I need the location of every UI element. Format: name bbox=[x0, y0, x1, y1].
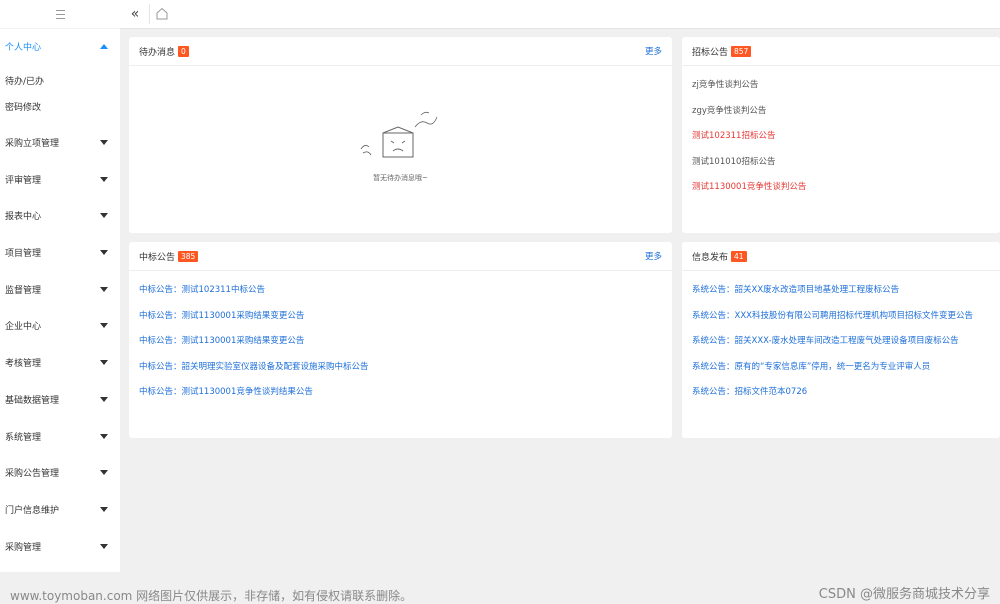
sidebar-toggle[interactable] bbox=[0, 0, 120, 29]
caret-down-icon bbox=[100, 506, 108, 512]
list-item[interactable]: 测试102311招标公告 bbox=[692, 129, 775, 141]
double-chevron-left-icon[interactable]: « bbox=[124, 0, 146, 28]
list-item[interactable]: zgy竞争性谈判公告 bbox=[692, 104, 766, 116]
card-header: 信息发布 41 bbox=[682, 242, 1000, 271]
sidebar-item-portal[interactable]: 门户信息维护 bbox=[0, 499, 120, 519]
list-item[interactable]: 中标公告：测试1130001采购结果变更公告 bbox=[139, 334, 304, 346]
list-item[interactable]: 系统公告：XXX科技股份有限公司聘用招标代理机构项目招标文件变更公告 bbox=[692, 309, 973, 321]
card-title: 待办消息 bbox=[139, 47, 176, 58]
more-link[interactable]: 更多 bbox=[645, 45, 662, 57]
sidebar-item-assessment[interactable]: 考核管理 bbox=[0, 352, 120, 372]
caret-down-icon bbox=[100, 176, 108, 182]
watermark-left: www.toymoban.com 网络图片仅供展示，非存储，如有侵权请联系删除。 bbox=[10, 589, 413, 603]
caret-down-icon bbox=[100, 322, 108, 328]
award-notice-card: 中标公告 385 更多 中标公告：测试102311中标公告 中标公告：测试113… bbox=[129, 242, 672, 438]
list-item[interactable]: 中标公告：韶关明理实验室仪器设备及配套设施采购中标公告 bbox=[139, 360, 369, 372]
sidebar-item-label: 密码修改 bbox=[5, 102, 42, 113]
more-link[interactable]: 更多 bbox=[645, 250, 662, 262]
caret-down-icon bbox=[100, 249, 108, 255]
card-title: 中标公告 bbox=[139, 252, 176, 263]
list-item[interactable]: 系统公告：韶关XX废水改造项目地基处理工程废标公告 bbox=[692, 283, 899, 295]
sidebar-item-projects[interactable]: 项目管理 bbox=[0, 242, 120, 262]
caret-down-icon bbox=[100, 396, 108, 402]
top-bar: « bbox=[120, 0, 1000, 29]
todo-card: 待办消息 0 更多 暂无待办消息哦~ bbox=[129, 37, 672, 233]
card-title: 信息发布 bbox=[692, 252, 729, 263]
card-header: 待办消息 0 更多 bbox=[129, 37, 672, 66]
count-badge: 41 bbox=[731, 250, 747, 262]
sidebar-item-label: 监督管理 bbox=[5, 285, 42, 296]
info-release-card: 信息发布 41 系统公告：韶关XX废水改造项目地基处理工程废标公告 系统公告：X… bbox=[682, 242, 1000, 438]
count-badge: 385 bbox=[178, 250, 199, 262]
sidebar-item-label: 考核管理 bbox=[5, 358, 42, 369]
caret-down-icon bbox=[100, 286, 108, 292]
sidebar-item-label: 待办/已办 bbox=[5, 76, 45, 87]
caret-down-icon bbox=[100, 212, 108, 218]
sidebar-item-reports[interactable]: 报表中心 bbox=[0, 205, 120, 225]
count-badge: 0 bbox=[178, 45, 189, 57]
list-item[interactable]: 中标公告：测试102311中标公告 bbox=[139, 283, 265, 295]
watermark-right: CSDN @微服务商城技术分享 bbox=[818, 587, 990, 602]
sidebar-item-enterprise[interactable]: 企业中心 bbox=[0, 315, 120, 335]
sidebar-item-label: 门户信息维护 bbox=[5, 505, 60, 516]
sidebar-item-system[interactable]: 系统管理 bbox=[0, 426, 120, 446]
caret-down-icon bbox=[100, 543, 108, 549]
sidebar-item-procurement-notice[interactable]: 采购公告管理 bbox=[0, 462, 120, 482]
sidebar-item-label: 系统管理 bbox=[5, 432, 42, 443]
caret-down-icon bbox=[100, 469, 108, 475]
card-header: 招标公告 857 bbox=[682, 37, 1000, 66]
sidebar-item-label: 采购立项管理 bbox=[5, 138, 60, 149]
sidebar-item-personal-center[interactable]: 个人中心 bbox=[0, 36, 120, 56]
list-item[interactable]: 测试101010招标公告 bbox=[692, 155, 775, 167]
list-item[interactable]: 系统公告：韶关XXX-废水处理车间改造工程废气处理设备项目废标公告 bbox=[692, 334, 959, 346]
sidebar-item-label: 评审管理 bbox=[5, 175, 42, 186]
home-icon[interactable] bbox=[153, 5, 171, 23]
empty-state-text: 暂无待办消息哦~ bbox=[373, 174, 428, 182]
bidding-notice-card: 招标公告 857 zj竞争性谈判公告 zgy竞争性谈判公告 测试102311招标… bbox=[682, 37, 1000, 233]
sidebar-item-label: 基础数据管理 bbox=[5, 395, 60, 406]
count-badge: 857 bbox=[731, 45, 752, 57]
card-title: 招标公告 bbox=[692, 47, 729, 58]
sidebar-subitem-password[interactable]: 密码修改 bbox=[0, 96, 120, 116]
caret-down-icon bbox=[100, 433, 108, 439]
sidebar-item-supervision[interactable]: 监督管理 bbox=[0, 279, 120, 299]
sidebar-item-label: 企业中心 bbox=[5, 321, 42, 332]
empty-box-icon bbox=[360, 111, 438, 158]
list-item[interactable]: 测试1130001竞争性谈判公告 bbox=[692, 180, 806, 192]
card-header: 中标公告 385 更多 bbox=[129, 242, 672, 271]
sidebar-item-label: 采购公告管理 bbox=[5, 468, 60, 479]
divider bbox=[149, 4, 150, 24]
caret-up-icon bbox=[100, 43, 108, 49]
menu-lines-icon bbox=[55, 9, 65, 19]
sidebar-item-label: 报表中心 bbox=[5, 211, 42, 222]
sidebar: 个人中心 待办/已办 密码修改 采购立项管理 评审管理 报表中心 项目管理 监督… bbox=[0, 0, 120, 572]
sidebar-subitem-todo[interactable]: 待办/已办 bbox=[0, 70, 120, 90]
sidebar-item-review[interactable]: 评审管理 bbox=[0, 169, 120, 189]
caret-down-icon bbox=[100, 359, 108, 365]
sidebar-item-label: 项目管理 bbox=[5, 248, 42, 259]
sidebar-item-procurement-project[interactable]: 采购立项管理 bbox=[0, 132, 120, 152]
caret-down-icon bbox=[100, 139, 108, 145]
sidebar-item-label: 个人中心 bbox=[5, 42, 42, 53]
list-item[interactable]: zj竞争性谈判公告 bbox=[692, 78, 758, 90]
list-item[interactable]: 系统公告：原有的“专家信息库”停用，统一更名为专业评审人员 bbox=[692, 360, 930, 372]
list-item[interactable]: 系统公告：招标文件范本0726 bbox=[692, 385, 807, 397]
sidebar-item-procurement[interactable]: 采购管理 bbox=[0, 536, 120, 556]
sidebar-item-base-data[interactable]: 基础数据管理 bbox=[0, 389, 120, 409]
list-item[interactable]: 中标公告：测试1130001竞争性谈判结果公告 bbox=[139, 385, 313, 397]
list-item[interactable]: 中标公告：测试1130001采购结果变更公告 bbox=[139, 309, 304, 321]
sidebar-item-label: 采购管理 bbox=[5, 542, 42, 553]
